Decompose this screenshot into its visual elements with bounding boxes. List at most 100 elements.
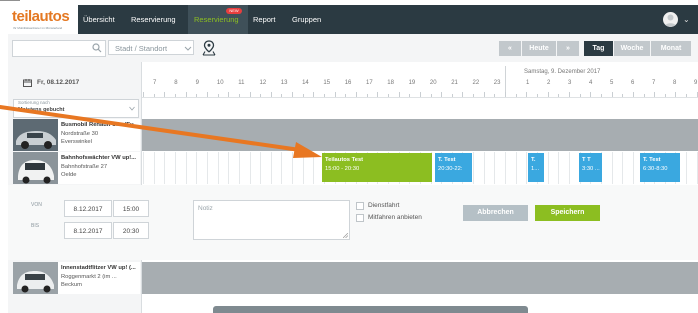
chevron-down-icon[interactable]: ⌄ bbox=[683, 15, 690, 24]
tick-mark bbox=[409, 94, 410, 97]
tick-mark bbox=[686, 94, 687, 97]
tick-mark bbox=[271, 92, 272, 97]
current-date[interactable]: Fr, 08.12.2017 bbox=[37, 79, 79, 86]
grid-line bbox=[186, 152, 187, 184]
tick-mark bbox=[505, 92, 506, 97]
tick-mark bbox=[537, 94, 538, 97]
tick-mark bbox=[218, 94, 219, 97]
cancel-button[interactable]: Abbrechen bbox=[463, 205, 528, 221]
booking-title: T. bbox=[531, 157, 536, 163]
tick-mark bbox=[388, 94, 389, 97]
hour-label: 11 bbox=[238, 80, 245, 86]
save-button[interactable]: Speichern bbox=[535, 205, 600, 221]
hour-label: 21 bbox=[451, 80, 458, 86]
tick-mark bbox=[239, 94, 240, 97]
grid-line bbox=[281, 152, 282, 184]
vehicle-city: Everswinkel bbox=[61, 139, 92, 145]
grid-line bbox=[250, 152, 251, 184]
booking[interactable]: T. 1... bbox=[528, 153, 544, 182]
hour-label: 20 bbox=[429, 80, 437, 86]
bottom-panel-tab[interactable] bbox=[213, 306, 528, 313]
grid-line bbox=[239, 152, 240, 184]
hour-label: 6 bbox=[631, 80, 635, 86]
view-week-button[interactable]: Woche bbox=[614, 41, 650, 56]
grid-line bbox=[633, 152, 634, 184]
tick-mark bbox=[516, 94, 517, 97]
logo-subtitle: Ihr Mobilitätsanbieter im Münsterland bbox=[13, 26, 63, 30]
tick-mark bbox=[580, 94, 581, 97]
resize-handle-icon[interactable] bbox=[343, 233, 348, 238]
hour-label: 9 bbox=[195, 80, 199, 86]
tick-mark bbox=[612, 92, 613, 97]
booking-time: 3:30 ... bbox=[582, 166, 600, 172]
search-icon[interactable] bbox=[92, 43, 102, 53]
booking-active[interactable]: Teilautos Test 15:00 - 20:30 bbox=[322, 153, 432, 182]
today-button[interactable]: Heute bbox=[522, 41, 556, 56]
nav-reservierung-new-label: Reservierung bbox=[194, 15, 239, 24]
booking[interactable]: T T 3:30 ... bbox=[579, 153, 602, 182]
prev-button[interactable]: « bbox=[499, 41, 521, 56]
nav-uebersicht[interactable]: Übersicht bbox=[83, 15, 115, 24]
hour-label: 8 bbox=[673, 80, 677, 86]
map-pin-icon[interactable] bbox=[202, 40, 216, 56]
next-day-label: Samstag, 9. Dezember 2017 bbox=[524, 69, 601, 75]
logo[interactable]: teilautos Ihr Mobilitätsanbieter im Müns… bbox=[8, 5, 78, 34]
grid-line bbox=[143, 152, 144, 184]
tick-mark bbox=[441, 92, 442, 97]
next-button[interactable]: » bbox=[557, 41, 579, 56]
vehicle-city: Beckum bbox=[61, 282, 82, 288]
top-navbar: teilautos Ihr Mobilitätsanbieter im Müns… bbox=[8, 5, 698, 34]
timeline-row-unavailable bbox=[142, 119, 698, 151]
hour-label: 12 bbox=[259, 80, 267, 86]
grid-line bbox=[303, 152, 304, 184]
tick-mark bbox=[175, 94, 176, 97]
user-avatar[interactable] bbox=[663, 12, 678, 27]
grid-line bbox=[569, 152, 570, 184]
tick-mark bbox=[207, 92, 208, 97]
tick-mark bbox=[431, 94, 432, 97]
nav-report[interactable]: Report bbox=[253, 15, 276, 24]
von-time-input[interactable]: 15:00 bbox=[113, 200, 149, 217]
tick-mark bbox=[644, 94, 645, 97]
booking[interactable]: T. Test 6:30-8:30 bbox=[640, 153, 680, 182]
view-month-button[interactable]: Monat bbox=[651, 41, 691, 56]
vehicle-street: Bahnhofstraße 27 bbox=[61, 164, 108, 170]
tick-mark bbox=[665, 94, 666, 97]
grid-line bbox=[612, 152, 613, 184]
car-thumbnail bbox=[13, 262, 58, 294]
von-date-input[interactable]: 8.12.2017 bbox=[64, 200, 112, 217]
bis-date-input[interactable]: 8.12.2017 bbox=[64, 222, 112, 239]
tick-mark bbox=[260, 94, 261, 97]
vehicle-street: Roggenmarkt 2 (im ... bbox=[61, 274, 117, 280]
booking[interactable]: T. Test 20:30-22: bbox=[435, 153, 472, 182]
mitfahren-checkbox[interactable] bbox=[356, 214, 364, 222]
bis-time-input[interactable]: 20:30 bbox=[113, 222, 149, 239]
hour-label: 5 bbox=[610, 80, 614, 86]
tick-mark bbox=[303, 94, 304, 97]
dienstfahrt-checkbox[interactable] bbox=[356, 202, 364, 210]
vehicle-street: Nordstraße 30 bbox=[61, 131, 99, 137]
hour-label: 22 bbox=[472, 80, 480, 86]
tick-mark bbox=[186, 92, 187, 97]
booking-title: Teilautos Test bbox=[325, 157, 364, 163]
view-day-button[interactable]: Tag bbox=[584, 41, 613, 56]
nav-gruppen[interactable]: Gruppen bbox=[292, 15, 321, 24]
hour-label: 1 bbox=[526, 80, 530, 86]
mitfahren-label: Mitfahren anbieten bbox=[368, 214, 422, 221]
car-thumbnail bbox=[13, 152, 58, 184]
booking-time: 20:30-22: bbox=[438, 166, 463, 172]
sort-label: Sortierung nach bbox=[18, 100, 50, 105]
booking-title: T. Test bbox=[643, 157, 661, 163]
vehicle-title: Innenstadtflitzer VW up! (... bbox=[61, 265, 136, 271]
tick-mark bbox=[377, 92, 378, 97]
site-select[interactable]: Stadt / Standort bbox=[108, 40, 194, 55]
tick-mark bbox=[196, 94, 197, 97]
calendar-icon[interactable] bbox=[23, 79, 32, 87]
grid-line bbox=[494, 152, 495, 184]
note-textarea[interactable] bbox=[193, 200, 350, 240]
chevron-down-icon bbox=[184, 46, 192, 51]
nav-reservierung[interactable]: Reservierung bbox=[131, 15, 176, 24]
grid-line bbox=[622, 152, 623, 184]
tick-mark bbox=[250, 92, 251, 97]
tick-mark bbox=[335, 92, 336, 97]
